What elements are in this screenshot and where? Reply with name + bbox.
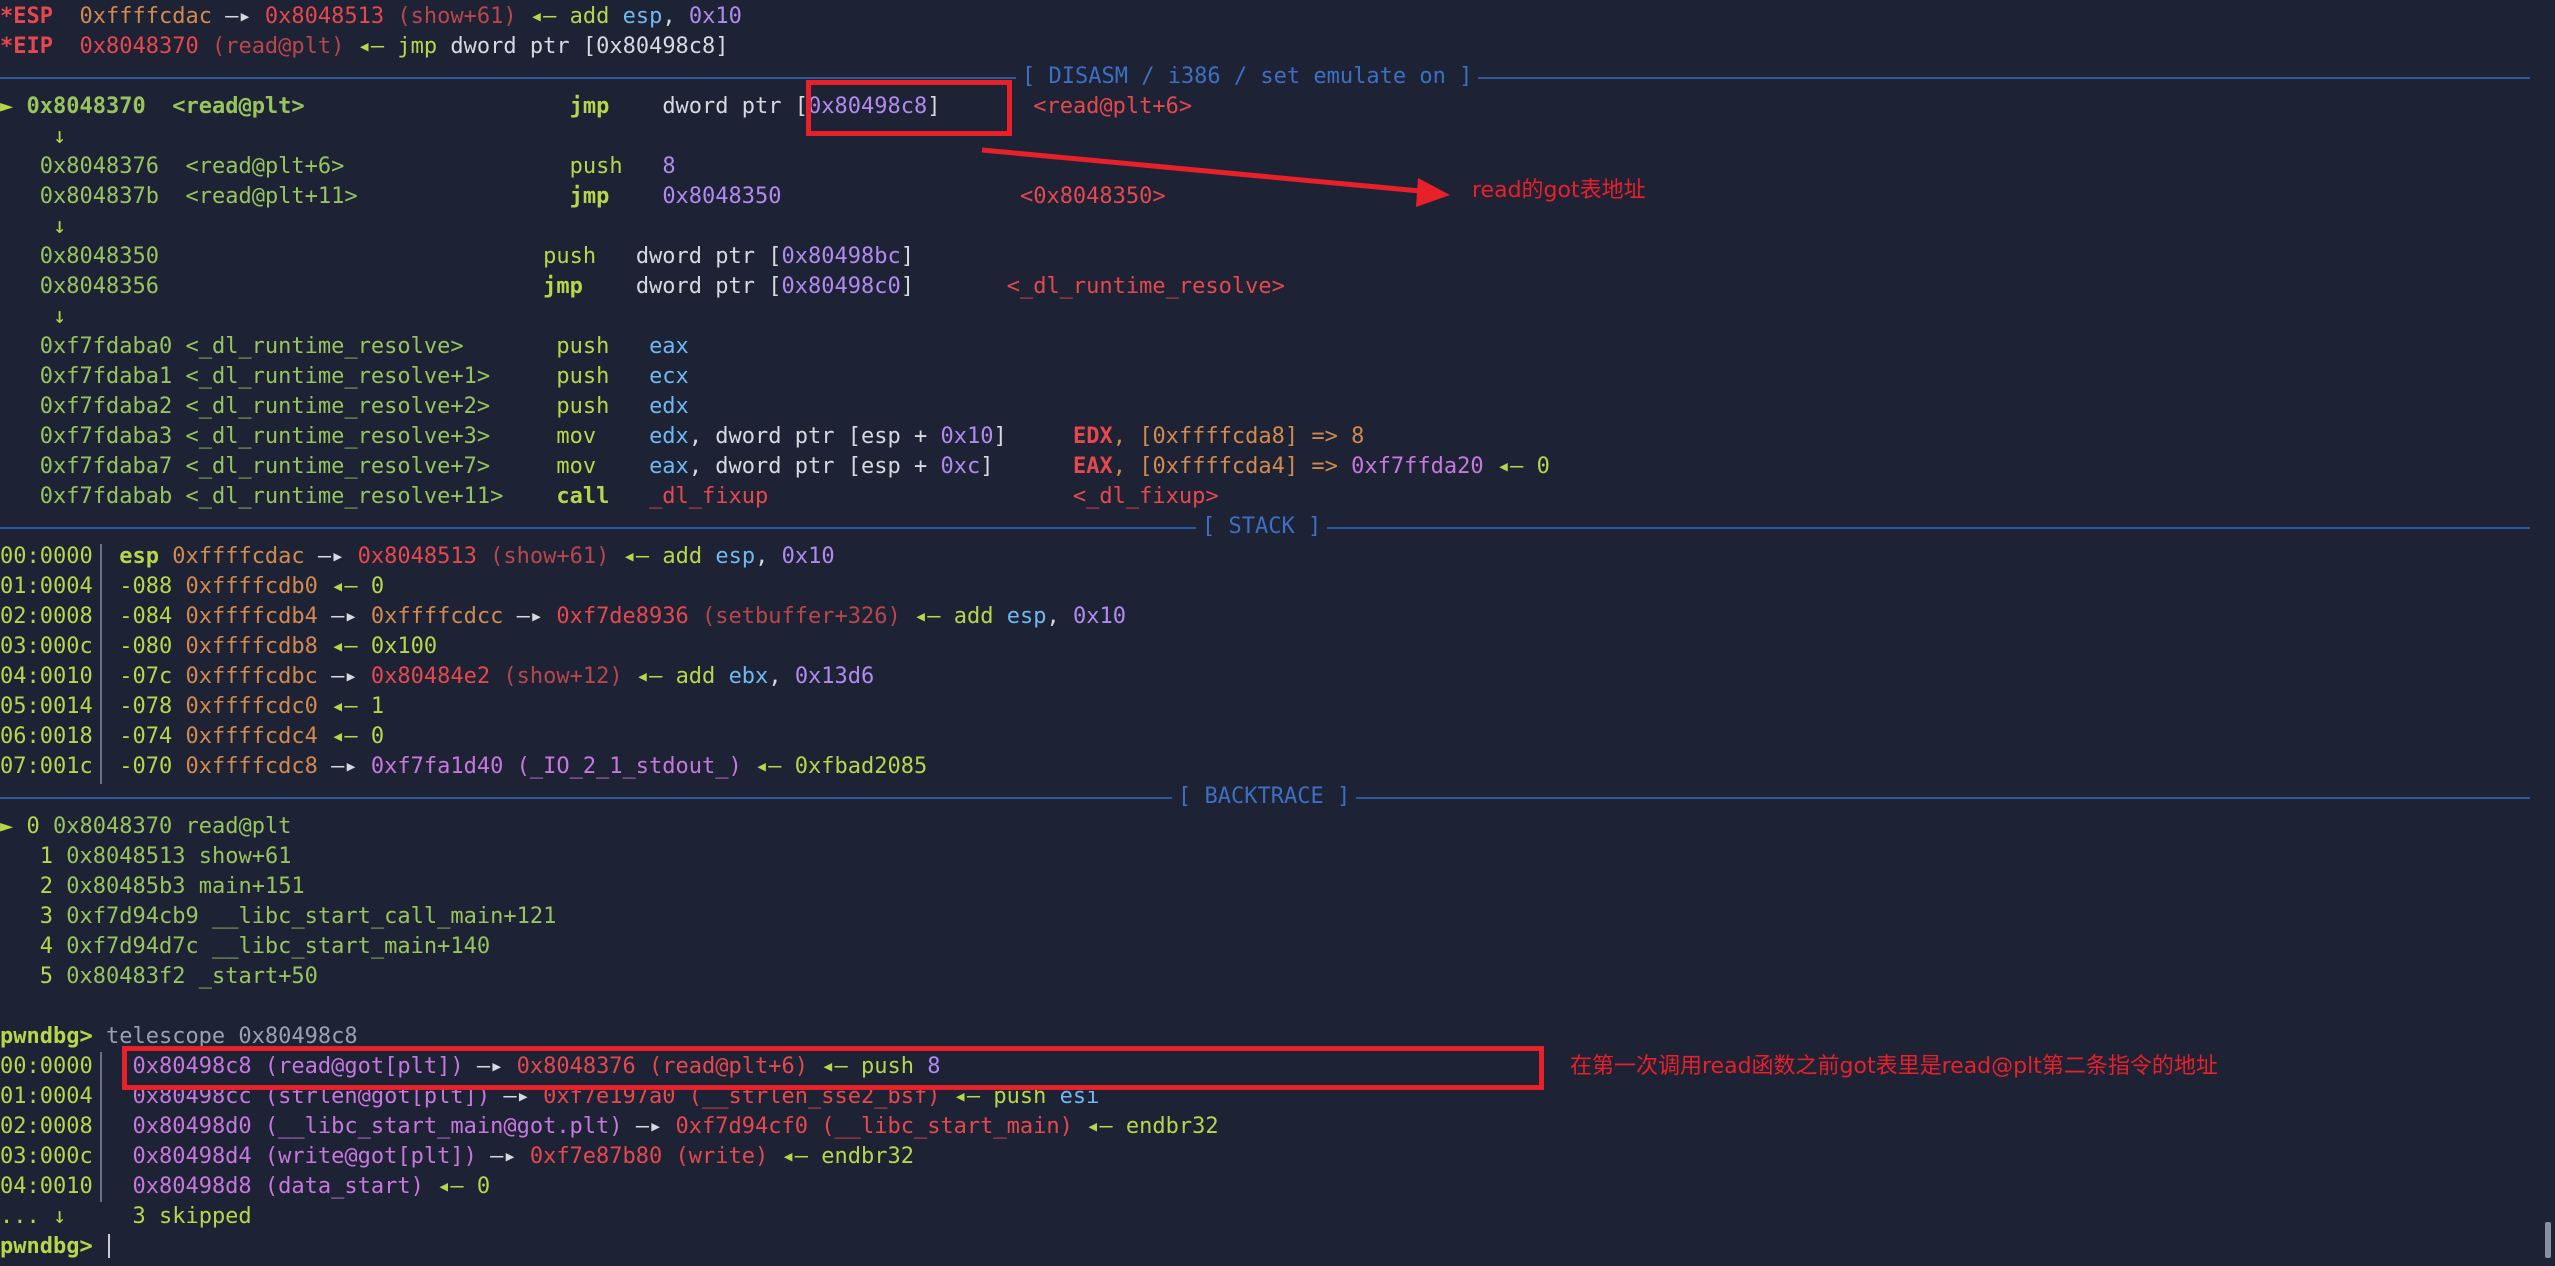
arrow-head [1416,178,1450,207]
highlight-box-telescope-row [122,1046,1544,1090]
pwndbg-prompt: pwndbg> [0,1024,93,1049]
stack-row: 04:0010 -07c 0xffffcdbc —▸ 0x80484e2 (sh… [0,664,875,689]
backtrace-frame: 1 0x8048513 show+61 [39,844,292,869]
current-marker: ► [0,814,14,839]
final-prompt-line[interactable]: pwndbg> [0,1232,93,1262]
disasm-line: 0xf7fdaba0 <_dl_runtime_resolve> push ea… [39,334,689,359]
disasm-line: 0xf7fdaba1 <_dl_runtime_resolve+1> push … [39,364,689,389]
backtrace-frame: 4 0xf7d94d7c __libc_start_main+140 [39,934,491,959]
backtrace-frame: 2 0x80485b3 main+151 [39,874,305,899]
stack-row: 07:001c -070 0xffffcdc8 —▸ 0xf7fa1d40 (_… [0,754,928,779]
disasm-separator: [ DISASM / i386 / set emulate on ] [0,62,2530,92]
backtrace-frame-current: ► 0 0x8048370 read@plt [0,814,292,839]
telescope-row: 04:0010 0x80498d8 (data_start) ◂— 0 [0,1174,491,1199]
stack-row: 00:0000 esp 0xffffcdac —▸ 0x8048513 (sho… [0,544,835,569]
disasm-line: 0xf7fdaba7 <_dl_runtime_resolve+7> mov e… [39,454,1550,479]
stack-separator: [ STACK ] [0,512,2530,542]
current-marker: ► [0,94,14,119]
stack-row: 06:0018 -074 0xffffcdc4 ◂— 0 [0,724,385,749]
stack-row: 03:000c -080 0xffffcdb8 ◂— 0x100 [0,634,438,659]
disasm-line-current: ► 0x8048370 <read@plt> jmp dword ptr [0x… [0,94,1193,119]
highlight-box-got-address [806,80,1012,136]
disasm-line: 0xf7fdaba3 <_dl_runtime_resolve+3> mov e… [39,424,1365,449]
disasm-line: 0xf7fdaba2 <_dl_runtime_resolve+2> push … [39,394,689,419]
disasm-line: 0xf7fdabab <_dl_runtime_resolve+11> call… [39,484,1219,509]
telescope-note: 在第一次调用read函数之前got表里是read@plt第二条指令的地址 [1570,1054,2218,1079]
stack-row: 05:0014 -078 0xffffcdc0 ◂— 1 [0,694,385,719]
stack-title: [ STACK ] [1196,512,1328,542]
reg-name: *EIP [0,34,53,59]
backtrace-separator: [ BACKTRACE ] [0,782,2530,812]
register-esp-line: *ESP 0xffffcdac —▸ 0x8048513 (show+61) ◂… [0,4,742,29]
flow-arrow: ↓ [52,124,67,149]
telescope-row: 02:0008 0x80498d0 (__libc_start_main@got… [0,1114,1219,1139]
backtrace-frame: 5 0x80483f2 _start+50 [39,964,318,989]
flow-arrow: ↓ [52,304,67,329]
flow-arrow: ↓ [52,214,67,239]
telescope-row: 03:000c 0x80498d4 (write@got[plt]) —▸ 0x… [0,1144,914,1169]
reg-name: *ESP [0,4,53,29]
disasm-line: 0x8048350 push dword ptr [0x80498bc] [39,244,914,269]
pwndbg-prompt: pwndbg> [0,1234,93,1259]
disasm-title: [ DISASM / i386 / set emulate on ] [1016,62,1479,92]
terminal-cursor [108,1234,110,1258]
stack-row: 01:0004 -088 0xffffcdb0 ◂— 0 [0,574,385,599]
backtrace-title: [ BACKTRACE ] [1172,782,1357,812]
scrollbar-thumb[interactable] [2545,1222,2551,1258]
stack-row: 02:0008 -084 0xffffcdb4 —▸ 0xffffcdcc —▸… [0,604,1126,629]
got-address-note: read的got表地址 [1472,178,1646,203]
backtrace-frame: 3 0xf7d94cb9 __libc_start_call_main+121 [39,904,557,929]
disasm-line: 0x8048356 jmp dword ptr [0x80498c0] <_dl… [39,274,1285,299]
disasm-line: 0x8048376 <read@plt+6> push 8 [39,154,676,179]
telescope-skipped-line: ... ↓ 3 skipped [0,1204,252,1229]
disasm-line: 0x804837b <read@plt+11> jmp 0x8048350 <0… [39,184,1166,209]
register-eip-line: *EIP 0x8048370 (read@plt) ◂— jmp dword p… [0,34,729,59]
